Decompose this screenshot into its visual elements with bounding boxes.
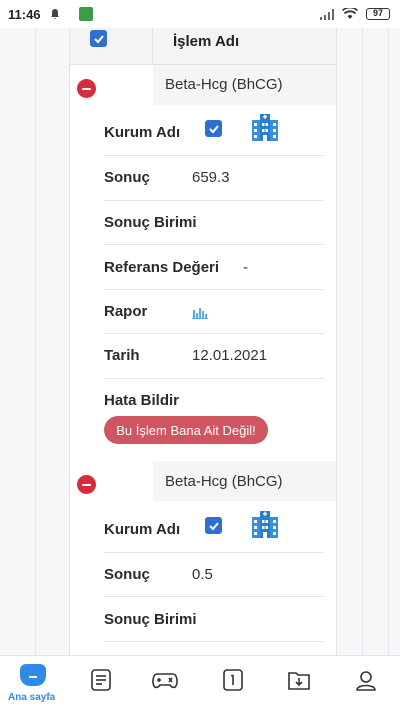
birim-label: Sonuç Birimi	[104, 611, 197, 628]
hospital-building-icon[interactable]	[250, 509, 280, 539]
row-separator	[104, 333, 324, 334]
nav-games[interactable]	[151, 666, 179, 694]
referans-value: -	[243, 259, 248, 276]
select-all-checkbox[interactable]	[90, 30, 107, 47]
nav-tab-one[interactable]	[219, 666, 247, 694]
status-time: 11:46	[8, 6, 41, 22]
row-separator	[104, 596, 324, 597]
battery-indicator: 97	[366, 8, 390, 20]
nav-downloads[interactable]	[285, 666, 313, 694]
results-card	[70, 28, 336, 655]
test-name: Beta-Hcg (BhCG)	[165, 473, 283, 490]
sonuc-label: Sonuç	[104, 169, 150, 186]
row-separator	[104, 289, 324, 290]
hospital-building-icon[interactable]	[250, 112, 280, 142]
check-icon	[93, 34, 104, 43]
gamepad-icon	[152, 673, 178, 689]
referans-label: Referans Değeri	[104, 259, 220, 276]
bell-icon	[50, 9, 59, 20]
home-icon	[20, 664, 46, 686]
kurum-checkbox[interactable]	[205, 517, 222, 534]
numbered-box-icon	[223, 669, 243, 691]
column-title: İşlem Adı	[173, 33, 240, 50]
report-error-button[interactable]: Bu İşlem Bana Ait Değil!	[104, 416, 268, 444]
nav-home[interactable]: Ana sayfa	[0, 656, 66, 711]
left-column-line	[35, 28, 36, 655]
sonuc-label: Sonuç	[104, 566, 150, 583]
right-column-line	[362, 28, 363, 655]
kurum-label: Kurum Adı	[104, 124, 181, 141]
row-separator	[104, 200, 324, 201]
rapor-label: Rapor	[104, 303, 148, 320]
nav-documents[interactable]	[87, 666, 115, 694]
nav-home-label: Ana sayfa	[8, 692, 56, 703]
row-separator	[104, 641, 324, 642]
test-name: Beta-Hcg (BhCG)	[165, 76, 283, 93]
signal-icon	[320, 8, 334, 20]
nav-profile[interactable]	[352, 666, 380, 694]
hata-label: Hata Bildir	[104, 392, 180, 409]
kurum-label: Kurum Adı	[104, 521, 181, 538]
document-list-icon	[91, 669, 111, 691]
wifi-icon	[342, 8, 358, 19]
right-column-line-2	[388, 28, 389, 655]
row-separator	[104, 378, 324, 379]
check-icon	[208, 124, 219, 133]
sonuc-value: 0.5	[192, 566, 213, 583]
tarih-value: 12.01.2021	[192, 347, 268, 364]
kurum-checkbox[interactable]	[205, 120, 222, 137]
row-separator	[104, 155, 324, 156]
collapse-button[interactable]	[77, 475, 96, 494]
check-icon	[208, 521, 219, 530]
birim-label: Sonuç Birimi	[104, 214, 197, 231]
sonuc-value: 659.3	[192, 169, 230, 186]
row-separator	[104, 552, 324, 553]
right-column-bg	[336, 28, 400, 655]
user-profile-icon	[356, 671, 376, 691]
report-chart-icon[interactable]	[192, 305, 208, 319]
tarih-label: Tarih	[104, 347, 140, 364]
download-folder-icon	[288, 672, 310, 690]
header-divider	[152, 28, 153, 65]
row-separator	[104, 244, 324, 245]
collapse-button[interactable]	[77, 79, 96, 98]
app-notification-icon	[78, 7, 93, 21]
bottom-navigation: Ana sayfa	[0, 655, 400, 711]
status-bar: 11:46 97	[0, 0, 400, 28]
